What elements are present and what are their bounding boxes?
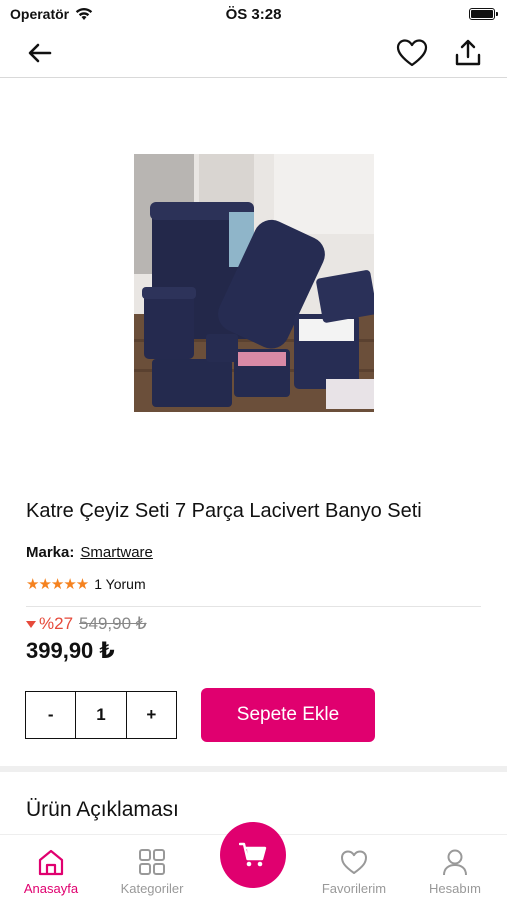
star-rating: ★★★★★ [26,576,89,593]
tab-home[interactable]: Anasayfa [1,847,101,896]
tab-label: Favorilerim [321,881,387,896]
tab-favorites[interactable]: Favorilerim [304,847,404,896]
favorite-button[interactable] [395,37,429,69]
decrement-button[interactable]: - [26,692,75,738]
battery-icon [469,8,498,20]
triangle-down-icon [26,620,36,628]
arrow-left-icon [28,43,52,63]
tab-account[interactable]: Hesabım [405,847,505,896]
user-icon [443,849,467,876]
back-button[interactable] [26,40,54,66]
tab-categories[interactable]: Kategoriler [102,847,202,896]
share-button[interactable] [453,37,483,69]
section-divider [0,766,507,772]
tab-label: Kategoriler [120,881,184,896]
product-image[interactable] [134,154,374,412]
status-time: ÖS 3:28 [225,6,282,23]
review-count[interactable]: 1 Yorum [94,576,145,592]
discount-badge: %27 [26,614,73,634]
discount-row: %27 549,90 ₺ [26,614,147,634]
cart-icon [239,842,267,867]
home-icon [38,849,64,876]
product-title: Katre Çeyiz Seti 7 Parça Lacivert Banyo … [26,500,422,522]
description-title[interactable]: Ürün Açıklaması [26,798,179,822]
cart-button[interactable] [220,822,286,888]
add-to-cart-button[interactable]: Sepete Ekle [201,688,375,742]
share-icon [455,39,481,66]
brand-label: Marka: [26,544,75,561]
rating-row[interactable]: ★★★★★ 1 Yorum [26,575,146,593]
increment-button[interactable]: + [127,692,176,738]
heart-icon [341,850,367,874]
quantity-stepper: - 1 + [25,691,177,739]
nav-bar [0,28,507,78]
grid-icon [139,849,165,875]
tab-label: Anasayfa [23,881,79,896]
brand-row: Marka: Smartware [26,544,153,561]
quantity-value[interactable]: 1 [75,692,127,738]
status-bar: Operatör ÖS 3:28 [0,0,507,28]
old-price: 549,90 ₺ [79,614,147,633]
heart-icon [396,39,428,67]
price: 399,90 ₺ [26,638,115,663]
divider [26,606,481,607]
brand-link[interactable]: Smartware [80,544,153,561]
tab-label: Hesabım [428,881,482,896]
discount-percent: %27 [39,614,74,633]
